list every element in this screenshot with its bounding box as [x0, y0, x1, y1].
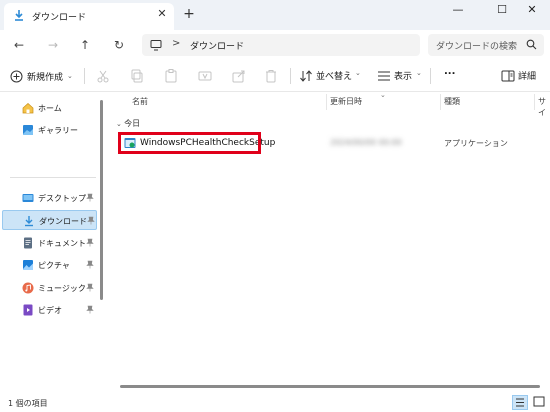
- computer-icon: [150, 40, 162, 51]
- details-button[interactable]: 詳細: [518, 69, 536, 82]
- sidebar-item-label: ドキュメント: [38, 239, 86, 248]
- sidebar-item-home[interactable]: ホーム: [2, 98, 97, 118]
- sidebar-item-music[interactable]: ミュージック: [2, 278, 97, 298]
- sort-button[interactable]: 並べ替え: [316, 69, 352, 82]
- details-view-button[interactable]: [512, 395, 528, 410]
- download-icon: [25, 216, 33, 227]
- annotation-highlight-box: [118, 132, 261, 154]
- chevron-down-icon: ⌄: [116, 120, 125, 128]
- chevron-down-icon: ⌄: [416, 69, 422, 77]
- pin-icon[interactable]: [86, 305, 94, 314]
- pin-icon[interactable]: [86, 238, 94, 247]
- back-button[interactable]: ←: [10, 36, 28, 54]
- view-icon[interactable]: [376, 68, 392, 84]
- pictures-icon: [23, 260, 33, 270]
- new-tab-button[interactable]: +: [180, 5, 198, 23]
- file-type: アプリケーション: [444, 139, 508, 148]
- command-bar: 新規作成 ⌄ 並べ替え ⌄ 表示 ⌄ ... 詳細: [0, 60, 550, 92]
- sidebar-item-pictures[interactable]: ピクチャ: [2, 255, 97, 275]
- group-header-today[interactable]: ⌄ 今日: [116, 118, 140, 129]
- music-icon: [22, 282, 34, 294]
- sidebar-item-documents[interactable]: ドキュメント: [2, 233, 97, 253]
- download-icon: [15, 10, 23, 21]
- search-icon: [526, 39, 537, 50]
- breadcrumb-downloads[interactable]: ダウンロード: [190, 39, 244, 52]
- horizontal-scrollbar[interactable]: [120, 385, 540, 388]
- tiles-view-icon: [533, 396, 545, 407]
- more-options-button[interactable]: ...: [444, 66, 455, 77]
- navigation-bar: ← → ↑ ↻ > ダウンロード ダウンロードの検索: [0, 30, 550, 60]
- sidebar-item-desktop[interactable]: デスクトップ: [2, 188, 97, 208]
- up-button[interactable]: ↑: [76, 36, 94, 54]
- details-pane-icon[interactable]: [500, 68, 516, 84]
- breadcrumb-separator: >: [172, 38, 181, 49]
- group-label: 今日: [124, 119, 141, 128]
- item-count: 1 個の項目: [8, 399, 48, 408]
- pin-icon[interactable]: [86, 193, 94, 202]
- desktop-icon: [22, 194, 34, 202]
- pin-icon[interactable]: [86, 283, 94, 292]
- video-icon: [23, 304, 33, 316]
- list-view-icon: [516, 398, 524, 407]
- sort-icon[interactable]: [298, 68, 314, 84]
- column-header-name[interactable]: 名前: [132, 96, 148, 107]
- sidebar-item-label: ギャラリー: [38, 126, 78, 135]
- sidebar-item-label: デスクトップ: [38, 194, 86, 203]
- sidebar-item-downloads[interactable]: ダウンロード: [2, 210, 97, 230]
- refresh-button[interactable]: ↻: [110, 36, 128, 54]
- search-placeholder: ダウンロードの検索: [436, 42, 518, 52]
- tiles-view-button[interactable]: [532, 395, 548, 410]
- new-button-label: 新規作成: [27, 72, 64, 83]
- cut-icon[interactable]: [95, 68, 111, 84]
- sort-arrow-icon: ⌄: [380, 91, 386, 99]
- sidebar-item-label: ダウンロード: [39, 217, 87, 226]
- column-divider[interactable]: [440, 94, 441, 110]
- title-bar: ダウンロード ✕ + — ☐ ✕: [0, 0, 550, 30]
- pin-icon[interactable]: [87, 216, 95, 225]
- copy-icon[interactable]: [129, 68, 145, 84]
- column-divider[interactable]: [534, 94, 535, 110]
- navigation-pane: ホーム ギャラリー デスクトップ ダウンロード ドキュメント ピクチャ ミュージ…: [0, 92, 100, 392]
- forward-button[interactable]: →: [44, 36, 62, 54]
- sidebar-item-label: ピクチャ: [38, 261, 70, 270]
- address-bar[interactable]: > ダウンロード: [142, 34, 420, 56]
- sidebar-item-label: ミュージック: [38, 284, 86, 293]
- status-bar: 1 個の項目: [0, 392, 550, 412]
- share-icon[interactable]: [231, 68, 247, 84]
- sidebar-item-label: ホーム: [38, 104, 62, 113]
- column-header-size[interactable]: サイ: [538, 96, 550, 118]
- sidebar-item-gallery[interactable]: ギャラリー: [2, 120, 97, 140]
- column-header-date[interactable]: 更新日時: [330, 96, 362, 107]
- file-date: 2024/00/00 00:00: [330, 138, 402, 147]
- sidebar-item-videos[interactable]: ビデオ: [2, 300, 97, 320]
- close-button[interactable]: ✕: [514, 0, 550, 22]
- pin-icon[interactable]: [86, 260, 94, 269]
- tab-downloads[interactable]: ダウンロード ✕: [4, 3, 174, 30]
- tab-title: ダウンロード: [32, 13, 87, 23]
- column-divider[interactable]: [326, 94, 327, 110]
- tab-close-button[interactable]: ✕: [154, 6, 170, 22]
- paste-icon[interactable]: [163, 68, 179, 84]
- home-icon: [22, 103, 34, 114]
- document-icon: [24, 237, 32, 249]
- divider: [430, 68, 431, 84]
- search-box[interactable]: ダウンロードの検索: [428, 34, 544, 56]
- file-list: 名前 ⌄ 更新日時 種類 サイ ⌄ 今日 WindowsPCHealthChec…: [108, 91, 550, 392]
- divider: [290, 68, 291, 84]
- view-button[interactable]: 表示: [394, 69, 412, 82]
- rename-icon[interactable]: [197, 68, 213, 84]
- column-header-type[interactable]: 種類: [444, 96, 460, 107]
- sidebar-item-label: ビデオ: [38, 306, 62, 315]
- chevron-down-icon: ⌄: [67, 72, 73, 80]
- chevron-down-icon: ⌄: [355, 69, 361, 77]
- gallery-icon: [23, 125, 33, 135]
- delete-icon[interactable]: [263, 68, 279, 84]
- plus-circle-icon: [10, 70, 23, 82]
- sidebar-divider: [10, 177, 96, 178]
- sidebar-scrollbar[interactable]: [100, 100, 103, 300]
- new-button[interactable]: 新規作成 ⌄: [10, 68, 73, 84]
- divider: [84, 68, 85, 84]
- minimize-button[interactable]: —: [440, 0, 476, 22]
